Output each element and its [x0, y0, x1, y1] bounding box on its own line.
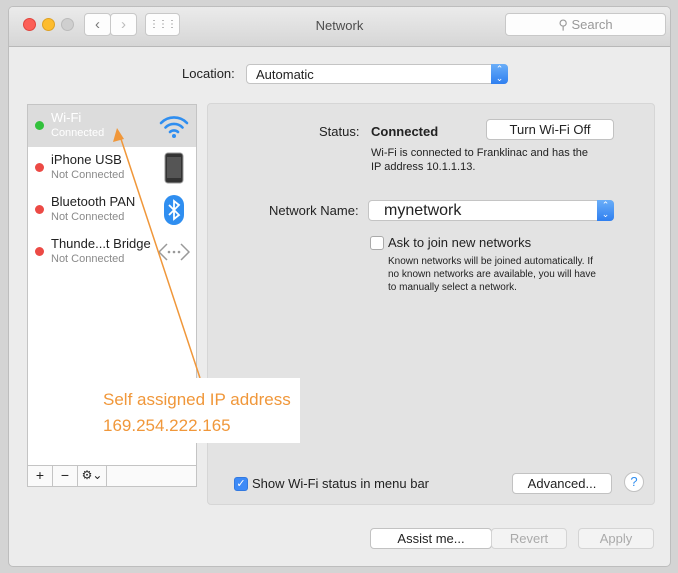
annotation-arrow	[113, 128, 201, 379]
annotation-line: 169.254.222.165	[103, 416, 231, 435]
annotation-callout: Self assigned IP address 169.254.222.165	[96, 378, 300, 443]
annotation-line: Self assigned IP address	[103, 390, 291, 409]
